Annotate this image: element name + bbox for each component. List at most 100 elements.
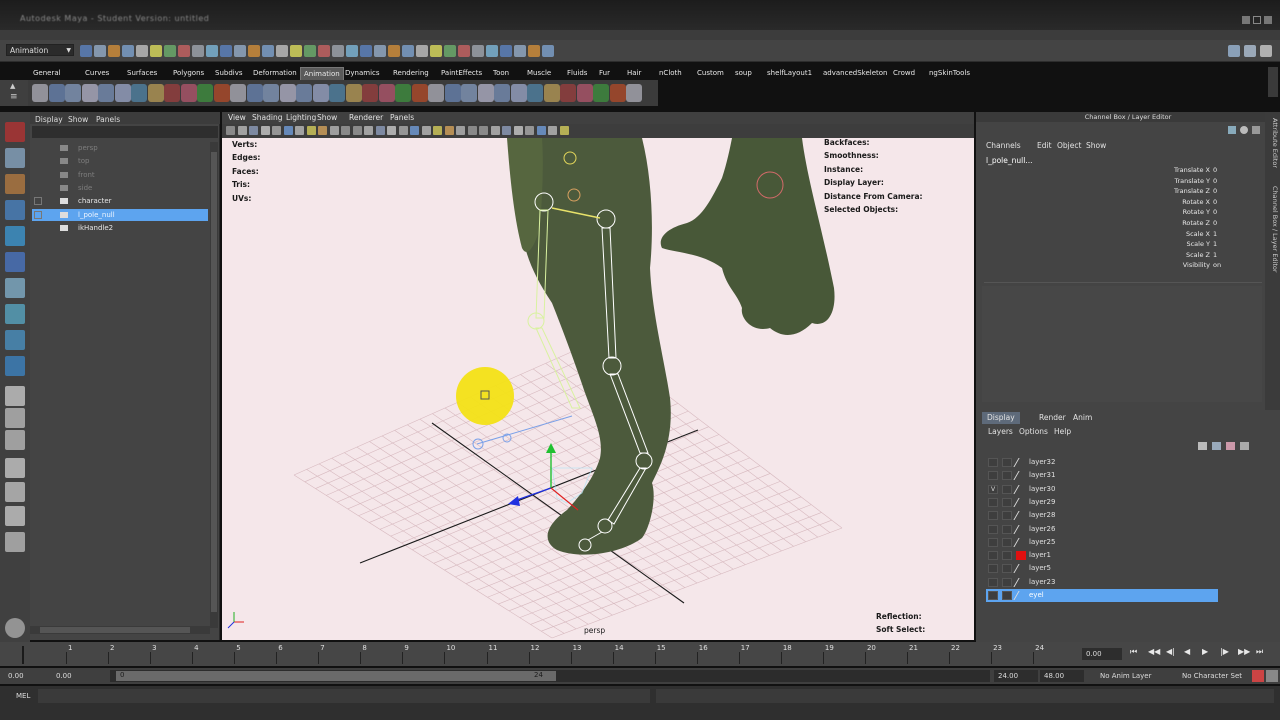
layer-display-type-toggle[interactable]	[1002, 524, 1012, 534]
layer-row[interactable]: layer23	[986, 576, 1218, 589]
shelf-tool-icon[interactable]	[543, 84, 560, 102]
channel-attribute-row[interactable]: Scale Y1	[1166, 240, 1236, 248]
viewport-toolbar-icon[interactable]	[467, 126, 477, 135]
shelf-tool-icon[interactable]	[32, 84, 48, 102]
shelf-tab-muscle[interactable]: Muscle	[524, 67, 554, 80]
layer-row[interactable]: layer26	[986, 523, 1218, 536]
step-forward-frame-icon[interactable]: |▶	[1220, 647, 1229, 656]
layer-visibility-toggle[interactable]	[988, 497, 998, 507]
step-forward-key-icon[interactable]: ▶▶	[1238, 647, 1250, 656]
shelf-tab-fur[interactable]: Fur	[596, 67, 613, 80]
end-time-field[interactable]: 48.00	[1040, 670, 1084, 682]
viewport-toolbar-icon[interactable]	[341, 126, 350, 135]
shelf-tab-shelflayout1[interactable]: shelfLayout1	[764, 67, 815, 80]
shelf-icons[interactable]	[28, 80, 658, 106]
shelf-tab-soup[interactable]: soup	[732, 67, 755, 80]
channel-attribute-value[interactable]: 0	[1210, 219, 1230, 227]
shelf-tool-icon[interactable]	[626, 84, 642, 102]
layer-display-type-toggle[interactable]	[1002, 551, 1012, 561]
layer-menu-help[interactable]: Help	[1054, 427, 1071, 436]
shelf-tool-icon[interactable]	[279, 84, 296, 102]
outliner-menu-panels[interactable]: Panels	[96, 115, 120, 124]
shelf-scroll[interactable]	[1268, 67, 1278, 97]
outliner-item-l_pole_null[interactable]: l_pole_null	[32, 208, 208, 221]
viewport-toolbar-icon[interactable]	[329, 126, 339, 135]
channel-box-icon[interactable]	[1260, 45, 1272, 57]
command-input[interactable]	[38, 689, 650, 703]
layer-visibility-toggle[interactable]	[988, 524, 998, 534]
layer-row[interactable]: layer5	[986, 562, 1218, 575]
tool-settings-icon[interactable]	[1244, 45, 1256, 57]
channel-box-menu-show[interactable]: Show	[1086, 141, 1106, 150]
main-menu-bar[interactable]	[0, 30, 1280, 40]
shelf-tab-rendering[interactable]: Rendering	[390, 67, 432, 80]
status-tool-icon[interactable]	[178, 45, 190, 57]
layer-color-swatch[interactable]	[1013, 511, 1029, 521]
shelf-tool-icon[interactable]	[81, 84, 98, 102]
shelf-tool-icon[interactable]	[461, 84, 477, 102]
layer-visibility-toggle[interactable]	[988, 511, 998, 521]
mode-select[interactable]: Animation ▼	[6, 44, 74, 56]
viewport-toolbar-icon[interactable]	[525, 126, 534, 135]
outliner-vertical-scrollbar[interactable]	[210, 142, 218, 628]
side-tabs[interactable]: Attribute Editor Channel Box / Layer Edi…	[1265, 112, 1280, 412]
toolbox-tool-icon[interactable]	[5, 506, 25, 526]
shelf-tool-icon[interactable]	[48, 84, 65, 102]
layer-row[interactable]: layer32	[986, 456, 1218, 469]
viewport-toolbar-icon[interactable]	[398, 126, 408, 135]
time-slider-track[interactable]: 1 2 3 4 5 6 7 8 9 10 11 12 13 14 15 16 17 18 19 20 21 22 23 24	[10, 642, 1080, 666]
shelf-tab-advancedskeleton[interactable]: advancedSkeleton	[820, 67, 890, 80]
shelf-tab-dynamics[interactable]: Dynamics	[342, 67, 383, 80]
status-tool-icon[interactable]	[262, 45, 274, 57]
shelf-menu[interactable]: ▲ ≡	[0, 80, 28, 106]
shelf-tool-icon[interactable]	[560, 84, 576, 102]
channel-attribute-value[interactable]: 0	[1210, 166, 1230, 174]
status-tool-icon[interactable]	[430, 45, 442, 57]
outliner-item-top[interactable]: top	[32, 155, 208, 167]
viewport-menu-view[interactable]: View	[228, 113, 246, 122]
toolbox-tool-icon[interactable]	[5, 278, 25, 298]
playback-controls[interactable]: ⏮ ◀◀ ◀| ◀ ▶ |▶ ▶▶ ⏭	[1130, 647, 1280, 661]
layer-display-type-toggle[interactable]	[1002, 458, 1012, 467]
status-tool-icon[interactable]	[318, 45, 330, 57]
shelf-tool-icon[interactable]	[510, 84, 527, 102]
viewport-toolbar-icon[interactable]	[421, 126, 431, 135]
layer-tab-render[interactable]: Render	[1034, 412, 1071, 424]
status-tool-icon[interactable]	[416, 45, 428, 57]
viewport-menu-panels[interactable]: Panels	[390, 113, 414, 122]
shelf-tool-icon[interactable]	[312, 84, 329, 102]
viewport-menu-lighting[interactable]: Lighting	[286, 113, 316, 122]
shelf-tab-curves[interactable]: Curves	[82, 67, 112, 80]
outliner-menu-show[interactable]: Show	[68, 115, 88, 124]
layer-visibility-toggle[interactable]	[988, 458, 998, 467]
shelf-tab-fluids[interactable]: Fluids	[564, 67, 590, 80]
shelf-tool-icon[interactable]	[65, 84, 81, 102]
outliner-search-field[interactable]	[32, 126, 218, 138]
shelf-tab-animation[interactable]: Animation	[300, 67, 344, 80]
toolbox-tool-icon[interactable]	[5, 330, 25, 350]
shelf-tool-icon[interactable]	[576, 84, 593, 102]
viewport-toolbar-icon[interactable]	[352, 126, 362, 135]
viewport-menu-shading[interactable]: Shading	[252, 113, 282, 122]
toolbox-tool-icon[interactable]	[5, 386, 25, 406]
outliner-item-side[interactable]: side	[32, 182, 208, 194]
layer-display-type-toggle[interactable]	[1002, 537, 1012, 547]
shelf-tab-painteffects[interactable]: PaintEffects	[438, 67, 485, 80]
channel-box-object-name[interactable]: l_pole_null...	[986, 156, 1032, 165]
status-tool-icon[interactable]	[304, 45, 316, 57]
layer-color-swatch[interactable]	[1013, 537, 1029, 547]
toolbox-tool-icon[interactable]	[5, 200, 25, 220]
viewport-toolbar-icon[interactable]	[226, 126, 235, 135]
expand-icon[interactable]	[34, 197, 42, 206]
outliner-item-ikhandle2[interactable]: ikHandle2	[32, 222, 208, 234]
go-to-start-icon[interactable]: ⏮	[1130, 647, 1137, 657]
status-tool-icon[interactable]	[276, 45, 288, 57]
channel-attribute-row[interactable]: Rotate Y0	[1166, 208, 1236, 216]
channel-attribute-row[interactable]: Translate Z0	[1166, 187, 1236, 195]
layer-visibility-toggle[interactable]	[988, 577, 998, 587]
viewport-toolbar-icon[interactable]	[502, 126, 511, 135]
viewport-toolbar-icon[interactable]	[387, 126, 396, 135]
shelf-tool-icon[interactable]	[494, 84, 510, 102]
status-tool-icon[interactable]	[514, 45, 526, 57]
viewport-toolbar-icon[interactable]	[364, 126, 373, 135]
